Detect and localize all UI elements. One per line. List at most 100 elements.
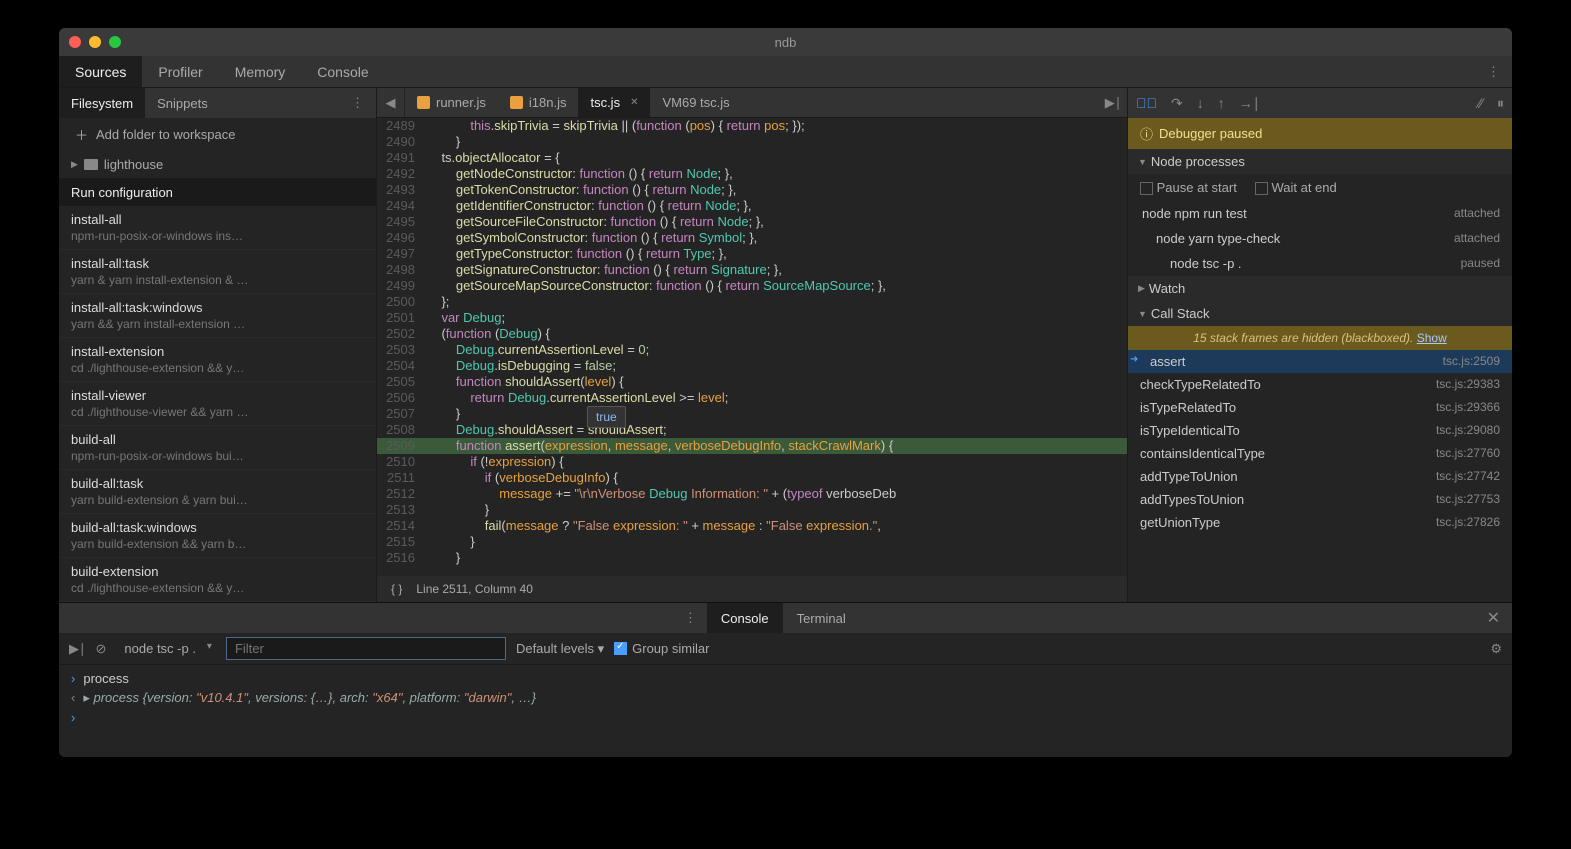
process-item[interactable]: node npm run testattached	[1128, 201, 1512, 226]
deactivate-breakpoints-button[interactable]: ⁄⁄	[1478, 95, 1483, 111]
tab-profiler[interactable]: Profiler	[142, 56, 218, 87]
code-line[interactable]: 2494 getIdentifierConstructor: function …	[377, 198, 1127, 214]
pane-node-processes[interactable]: ▼Node processes	[1128, 149, 1512, 174]
show-hidden-frames-link[interactable]: Show	[1417, 331, 1447, 345]
code-line[interactable]: 2505 function shouldAssert(level) {	[377, 374, 1127, 390]
code-line[interactable]: 2508 Debug.shouldAssert = shouldAssert;	[377, 422, 1127, 438]
run-item[interactable]: install-viewercd ./lighthouse-viewer && …	[59, 382, 376, 426]
close-window-button[interactable]	[69, 36, 81, 48]
run-item[interactable]: build-extensioncd ./lighthouse-extension…	[59, 558, 376, 602]
group-similar-checkbox[interactable]: Group similar	[614, 641, 709, 656]
drawer-tab-terminal[interactable]: Terminal	[783, 603, 860, 633]
close-tab-icon[interactable]: ✕	[630, 97, 638, 108]
run-item[interactable]: install-all:task:windowsyarn && yarn ins…	[59, 294, 376, 338]
code-line[interactable]: 2498 getSignatureConstructor: function (…	[377, 262, 1127, 278]
file-tab-tsc[interactable]: tsc.js✕	[578, 88, 650, 117]
process-item[interactable]: node tsc -p .paused	[1128, 251, 1512, 276]
console-settings-icon[interactable]: ⚙	[1490, 641, 1502, 657]
stack-frame[interactable]: addTypeToUniontsc.js:27742	[1128, 465, 1512, 488]
run-item[interactable]: install-all:taskyarn & yarn install-exte…	[59, 250, 376, 294]
code-line[interactable]: 2500 };	[377, 294, 1127, 310]
code-line[interactable]: 2506 return Debug.currentAssertionLevel …	[377, 390, 1127, 406]
code-line[interactable]: 2511 if (verboseDebugInfo) {	[377, 470, 1127, 486]
pane-call-stack[interactable]: ▼Call Stack	[1128, 301, 1512, 326]
more-menu-icon[interactable]: ⋮	[1475, 56, 1512, 87]
stack-frame[interactable]: checkTypeRelatedTotsc.js:29383	[1128, 373, 1512, 396]
show-sidebar-icon[interactable]: ▶∣	[69, 641, 86, 657]
code-line[interactable]: 2514 fail(message ? "False expression: "…	[377, 518, 1127, 534]
stack-frame[interactable]: containsIdenticalTypetsc.js:27760	[1128, 442, 1512, 465]
nav-back-icon[interactable]: ◀	[377, 88, 405, 117]
code-line[interactable]: 2513 }	[377, 502, 1127, 518]
code-line[interactable]: 2515 }	[377, 534, 1127, 550]
subtab-filesystem[interactable]: Filesystem	[59, 88, 145, 118]
resume-button[interactable]: ▶⃓	[1136, 95, 1157, 111]
step-out-button[interactable]: ↑	[1218, 95, 1225, 111]
code-line[interactable]: 2507 }	[377, 406, 1127, 422]
run-item[interactable]: build-all:task:windowsyarn build-extensi…	[59, 514, 376, 558]
code-line[interactable]: 2510 if (!expression) {	[377, 454, 1127, 470]
console-prompt[interactable]: ›	[59, 708, 1512, 727]
code-line[interactable]: 2493 getTokenConstructor: function () { …	[377, 182, 1127, 198]
step-into-button[interactable]: ↓	[1197, 95, 1204, 111]
clear-console-icon[interactable]: ⊘	[96, 641, 107, 657]
context-selector[interactable]: node tsc -p .	[116, 639, 216, 658]
tab-sources[interactable]: Sources	[59, 56, 142, 87]
code-line[interactable]: 2503 Debug.currentAssertionLevel = 0;	[377, 342, 1127, 358]
code-line[interactable]: 2504 Debug.isDebugging = false;	[377, 358, 1127, 374]
filter-input[interactable]	[226, 637, 506, 660]
run-item[interactable]: build-allnpm-run-posix-or-windows bui…	[59, 426, 376, 470]
pause-exceptions-button[interactable]: ⏸	[1497, 95, 1504, 112]
close-drawer-icon[interactable]: ✕	[1475, 603, 1512, 633]
console-line: ‹▸ process {version: "v10.4.1", versions…	[59, 688, 1512, 708]
pause-at-start-checkbox[interactable]: Pause at start	[1140, 180, 1237, 195]
file-tab-vm69[interactable]: VM69 tsc.js	[650, 88, 741, 117]
add-folder-button[interactable]: ＋ Add folder to workspace	[59, 118, 376, 150]
code-line[interactable]: 2509 function assert(expression, message…	[377, 438, 1127, 454]
drawer-more-icon[interactable]: ⋮	[674, 603, 707, 633]
left-more-icon[interactable]: ⋮	[339, 88, 376, 118]
step-button[interactable]: →∣	[1239, 95, 1260, 112]
run-config-header: Run configuration	[59, 178, 376, 206]
code-line[interactable]: 2490 }	[377, 134, 1127, 150]
minimize-window-button[interactable]	[89, 36, 101, 48]
file-tab-i18n[interactable]: i18n.js	[498, 88, 579, 117]
code-line[interactable]: 2516 }	[377, 550, 1127, 566]
code-line[interactable]: 2495 getSourceFileConstructor: function …	[377, 214, 1127, 230]
code-line[interactable]: 2489 this.skipTrivia = skipTrivia || (fu…	[377, 118, 1127, 134]
tab-console[interactable]: Console	[301, 56, 384, 87]
folder-lighthouse[interactable]: ▶ lighthouse	[59, 150, 376, 178]
stack-frame[interactable]: isTypeIdenticalTotsc.js:29080	[1128, 419, 1512, 442]
stack-frame[interactable]: asserttsc.js:2509	[1128, 350, 1512, 373]
file-tab-runner[interactable]: runner.js	[405, 88, 498, 117]
console-output[interactable]: ›process‹▸ process {version: "v10.4.1", …	[59, 665, 1512, 757]
folder-icon	[84, 159, 98, 170]
process-item[interactable]: node yarn type-checkattached	[1128, 226, 1512, 251]
code-editor[interactable]: 2489 this.skipTrivia = skipTrivia || (fu…	[377, 118, 1127, 576]
code-line[interactable]: 2499 getSourceMapSourceConstructor: func…	[377, 278, 1127, 294]
subtab-snippets[interactable]: Snippets	[145, 88, 220, 118]
step-over-button[interactable]: ↷	[1171, 95, 1183, 112]
run-item[interactable]: install-allnpm-run-posix-or-windows ins…	[59, 206, 376, 250]
code-line[interactable]: 2491 ts.objectAllocator = {	[377, 150, 1127, 166]
pane-watch[interactable]: ▶Watch	[1128, 276, 1512, 301]
wait-at-end-checkbox[interactable]: Wait at end	[1255, 180, 1337, 195]
tab-memory[interactable]: Memory	[219, 56, 302, 87]
maximize-window-button[interactable]	[109, 36, 121, 48]
show-navigator-icon[interactable]: ▶∣	[1099, 88, 1127, 117]
console-line: ›process	[59, 669, 1512, 688]
drawer-tab-console[interactable]: Console	[707, 603, 783, 633]
code-line[interactable]: 2492 getNodeConstructor: function () { r…	[377, 166, 1127, 182]
code-line[interactable]: 2497 getTypeConstructor: function () { r…	[377, 246, 1127, 262]
log-levels-selector[interactable]: Default levels ▾	[516, 641, 604, 657]
stack-frame[interactable]: isTypeRelatedTotsc.js:29366	[1128, 396, 1512, 419]
run-item[interactable]: build-all:taskyarn build-extension & yar…	[59, 470, 376, 514]
stack-frame[interactable]: getUnionTypetsc.js:27826	[1128, 511, 1512, 534]
code-line[interactable]: 2501 var Debug;	[377, 310, 1127, 326]
run-item[interactable]: install-extensioncd ./lighthouse-extensi…	[59, 338, 376, 382]
code-line[interactable]: 2512 message += "\r\nVerbose Debug Infor…	[377, 486, 1127, 502]
code-line[interactable]: 2502 (function (Debug) {	[377, 326, 1127, 342]
format-icon[interactable]: { }	[391, 582, 402, 596]
code-line[interactable]: 2496 getSymbolConstructor: function () {…	[377, 230, 1127, 246]
stack-frame[interactable]: addTypesToUniontsc.js:27753	[1128, 488, 1512, 511]
